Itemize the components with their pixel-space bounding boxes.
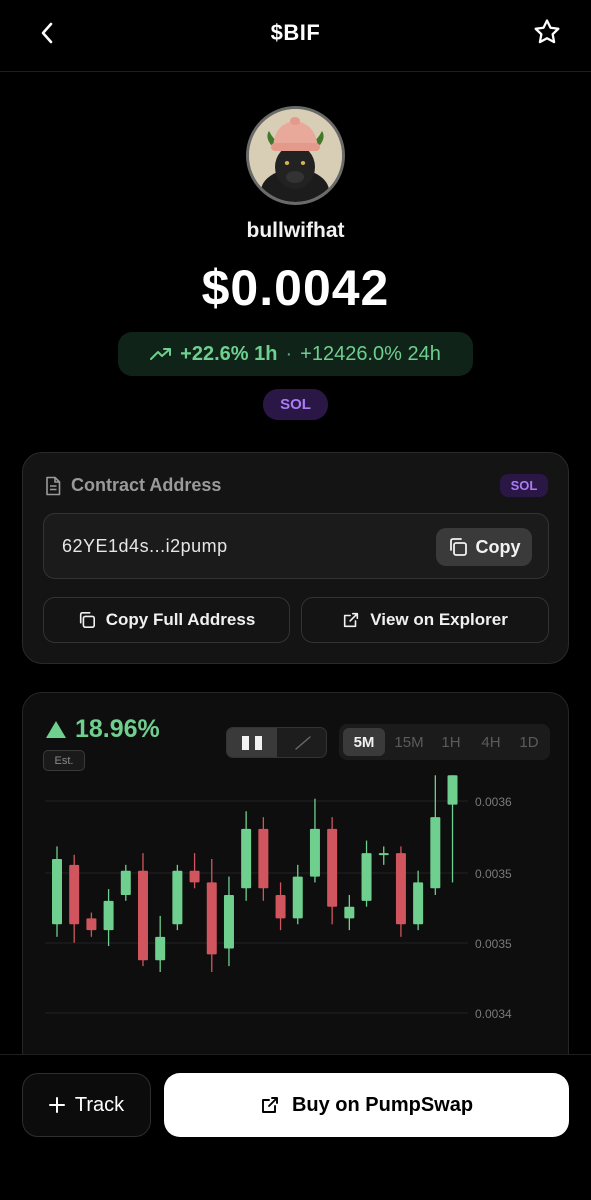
copy-button-label: Copy: [475, 536, 521, 557]
address-box: 62YE1d4s...i2pump Copy: [43, 513, 549, 579]
top-bar: $BIF: [0, 0, 591, 72]
candle-body: [292, 876, 303, 919]
contract-address-heading: Contract Address: [45, 475, 221, 496]
document-icon: [46, 476, 61, 495]
copy-full-address-label: Copy Full Address: [105, 610, 256, 629]
external-link-icon: [344, 612, 359, 628]
candle-body: [137, 870, 148, 961]
candle-body: [241, 828, 252, 889]
chain-badge: SOL: [263, 389, 328, 420]
candle-body: [430, 817, 441, 889]
star-icon: [534, 19, 560, 44]
candle-body: [327, 828, 338, 907]
copy-icon: [79, 611, 95, 629]
line-icon: [295, 735, 311, 750]
view-on-explorer-button[interactable]: View on Explorer: [301, 597, 549, 643]
copy-button[interactable]: Copy: [436, 528, 532, 566]
timeframe-1d[interactable]: 1D: [511, 728, 547, 756]
candle-body: [413, 882, 424, 925]
candle-body: [378, 853, 389, 856]
token-price: $0.0042: [201, 260, 390, 316]
contract-chain-badge: SOL: [500, 474, 548, 497]
contract-address-title: Contract Address: [71, 475, 222, 495]
y-tick-label: 0.0035: [475, 867, 512, 881]
candle-body: [69, 864, 80, 925]
bottom-action-bar: Track Buy on PumpSwap: [0, 1054, 591, 1200]
candle-body: [189, 870, 200, 883]
candle-body: [206, 882, 217, 955]
candle-body: [309, 828, 320, 877]
token-avatar: [246, 106, 345, 205]
plus-icon: [48, 1097, 65, 1113]
track-button[interactable]: Track: [22, 1073, 151, 1137]
candle-body: [344, 906, 355, 919]
price-chart-card: 18.96% Est. 5M 15M 1H 4H 1D 0.0036 0.0035…: [22, 692, 569, 1112]
y-tick-label: 0.0036: [475, 795, 512, 809]
favorite-button[interactable]: [529, 14, 565, 50]
contract-address-value: 62YE1d4s...i2pump: [62, 536, 228, 556]
candle-body: [395, 853, 406, 925]
buy-on-pumpswap-button[interactable]: Buy on PumpSwap: [164, 1073, 569, 1137]
candle-body: [223, 894, 234, 949]
estimate-badge: Est.: [43, 750, 85, 771]
change-24h: +12426.0% 24h: [300, 342, 441, 365]
candle-body: [275, 894, 286, 919]
line-chart-option[interactable]: [278, 728, 326, 757]
timeframe-1h[interactable]: 1H: [433, 728, 469, 756]
candle-body: [361, 853, 372, 901]
contract-address-card: Contract Address SOL 62YE1d4s...i2pump C…: [22, 452, 569, 664]
trend-up-icon: [150, 348, 172, 360]
copy-icon: [449, 538, 467, 556]
candle-body: [258, 828, 269, 889]
copy-full-address-button[interactable]: Copy Full Address: [43, 597, 290, 643]
track-button-label: Track: [74, 1093, 125, 1116]
y-tick-label: 0.0034: [475, 1007, 512, 1021]
chart-change: 18.96%: [45, 715, 160, 744]
price-change-pill: +22.6% 1h · +12426.0% 24h: [118, 332, 473, 376]
timeframe-5m[interactable]: 5M: [343, 728, 385, 756]
chart-type-toggle: [226, 727, 327, 758]
candlestick-icon: [242, 735, 262, 750]
change-1h: +22.6% 1h: [180, 342, 278, 365]
token-name: bullwifhat: [246, 219, 345, 242]
candle-body: [52, 858, 62, 925]
bull-logo-image: [249, 109, 342, 202]
candle-body: [103, 900, 114, 931]
candle-body: [86, 918, 97, 931]
buy-button-label: Buy on PumpSwap: [291, 1093, 474, 1116]
page-title: $BIF: [270, 20, 321, 45]
external-link-icon: [261, 1097, 278, 1113]
candle-chart-option[interactable]: [227, 728, 277, 757]
candle-body: [155, 936, 166, 961]
timeframe-15m[interactable]: 15M: [389, 728, 429, 756]
candle-body: [172, 870, 183, 925]
y-tick-label: 0.0035: [475, 937, 512, 951]
candle-body: [447, 775, 458, 805]
timeframe-4h[interactable]: 4H: [473, 728, 509, 756]
view-on-explorer-label: View on Explorer: [370, 610, 508, 629]
change-separator: ·: [285, 342, 293, 365]
triangle-up-icon: [46, 721, 66, 738]
candle-body: [120, 870, 131, 895]
chart-change-value: 18.96%: [75, 715, 160, 743]
timeframe-selector: 5M 15M 1H 4H 1D: [339, 724, 550, 760]
